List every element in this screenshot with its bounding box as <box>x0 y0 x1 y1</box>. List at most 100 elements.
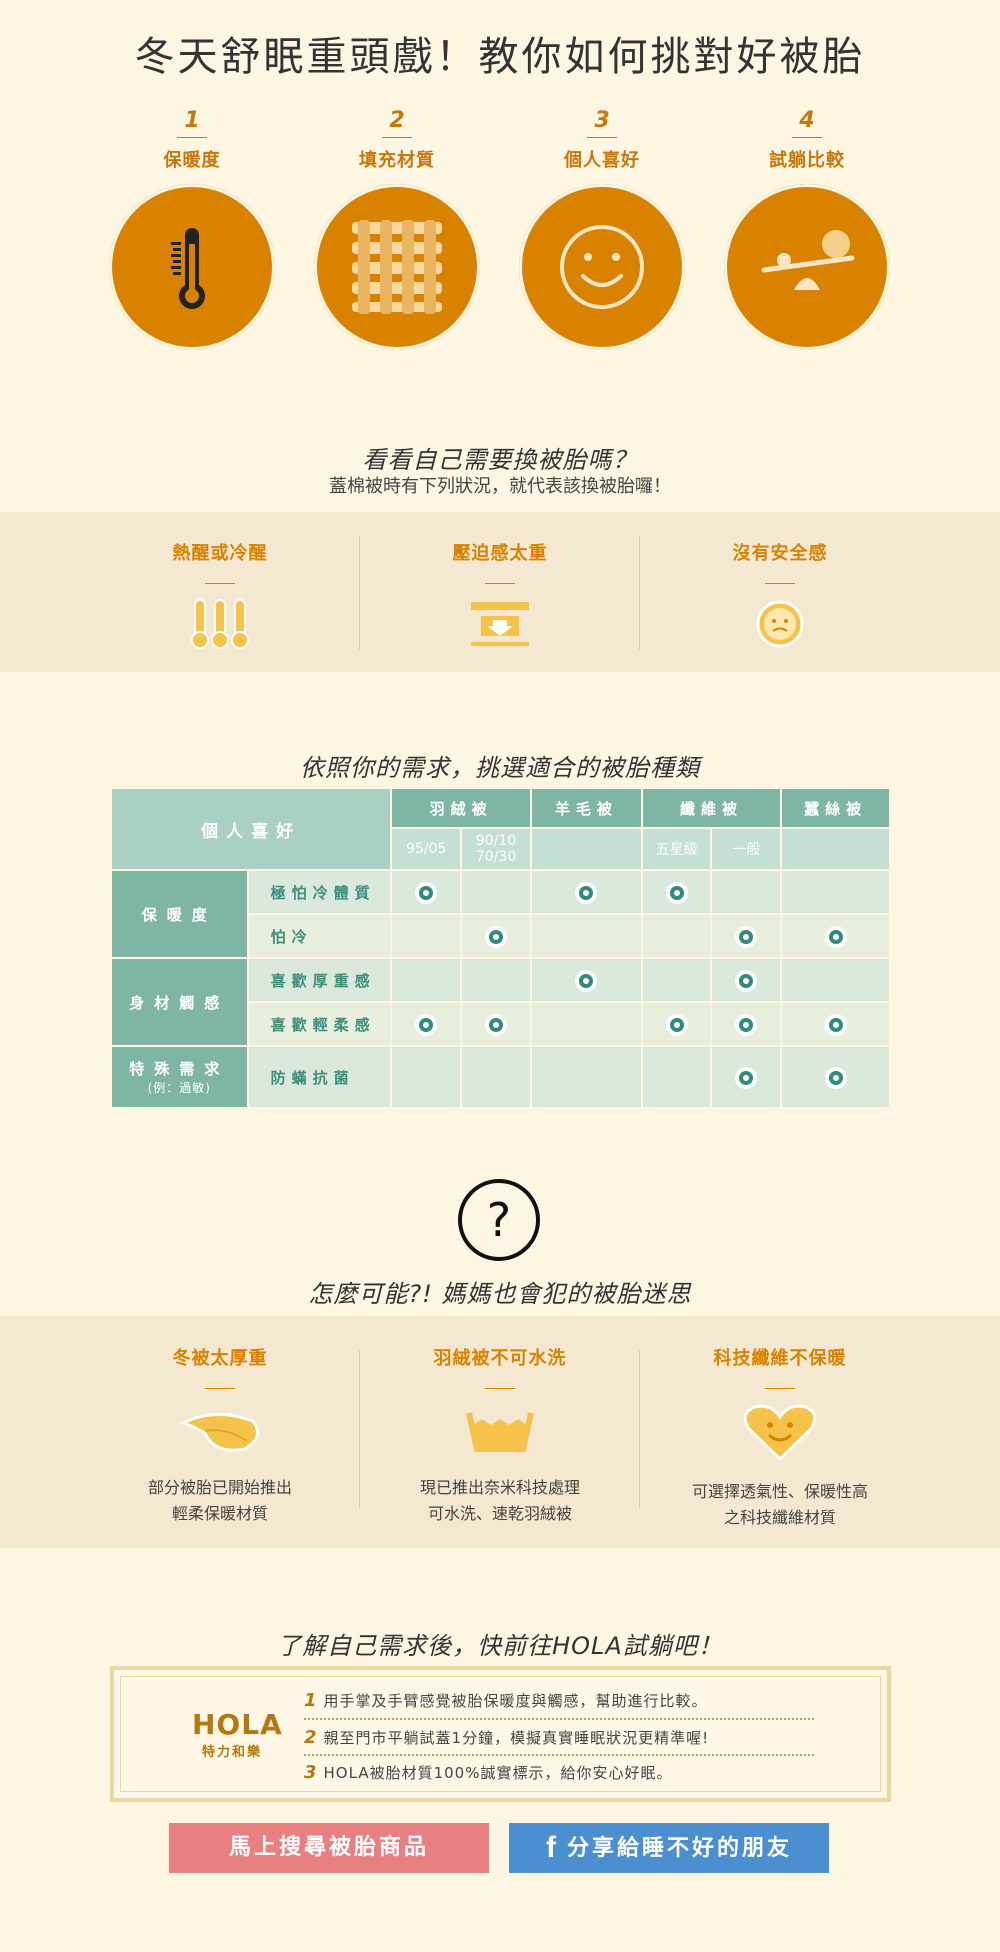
step-3: 3 個人喜好 <box>502 108 702 172</box>
category-label: 保暖度 <box>141 905 217 924</box>
table-cell <box>780 957 891 1003</box>
recommend-dot-icon <box>739 1070 754 1085</box>
recommend-dot-icon <box>828 1070 843 1085</box>
hola-logo: HOLA 特力和樂 <box>192 1708 283 1760</box>
myth-item-label: 羽絨被不可水洗 <box>433 1348 567 1369</box>
check-item-2: 壓迫感太重 <box>360 539 640 654</box>
check-item-label: 壓迫感太重 <box>452 543 548 564</box>
tip-item-1: 1 用手掌及手臂感覺被胎保暖度與觸感，幫助進行比較。 <box>304 1690 814 1711</box>
check-subtitle: 蓋棉被時有下列狀況，就代表該換被胎囉！ <box>329 476 671 497</box>
table-group-header: 蠶絲被 <box>780 787 891 829</box>
divider <box>792 137 822 138</box>
table-row-label: 怕冷 <box>246 913 393 959</box>
table-cell <box>710 1045 783 1109</box>
myth-desc-line1: 現已推出奈米科技處理 <box>419 1478 580 1497</box>
table-category-header: 特殊需求 (例：過敏) <box>110 1045 249 1109</box>
heart-smile-icon <box>640 1403 920 1467</box>
thermometers-icon <box>80 598 360 654</box>
share-label: 分享給睡不好的朋友 <box>566 1836 792 1861</box>
table-sub-header: 一般 <box>710 827 783 871</box>
hola-title: 了解自己需求後，快前往HOLA試躺吧！ <box>277 1632 723 1660</box>
recommend-dot-icon <box>739 929 754 944</box>
myth-desc-line2: 之科技纖維材質 <box>723 1508 836 1527</box>
tip-number: 1 <box>304 1690 318 1711</box>
tip-text: HOLA被胎材質100%誠實標示，給你安心好眠。 <box>323 1764 673 1782</box>
myth-item-label: 科技纖維不保暖 <box>713 1348 847 1369</box>
step-number: 3 <box>594 108 610 133</box>
step-2: 2 填充材質 <box>297 108 497 172</box>
smile-icon <box>519 184 685 350</box>
check-item-3: 沒有安全感 <box>640 539 920 654</box>
myth-item-1: 冬被太厚重 部分被胎已開始推出 輕柔保暖材質 <box>80 1344 360 1527</box>
tip-text: 用手掌及手臂感覺被胎保暖度與觸感，幫助進行比較。 <box>323 1692 708 1710</box>
table-cell <box>390 957 463 1003</box>
check-title: 看看自己需要換被胎嗎？ <box>362 446 638 474</box>
recommend-dot-icon <box>579 973 594 988</box>
table-category-header: 身材觸感 <box>110 957 249 1047</box>
feather-icon <box>80 1403 360 1463</box>
table-cell <box>640 913 713 959</box>
table-cell <box>460 869 533 915</box>
table-cell <box>530 869 643 915</box>
check-item-label: 熱醒或冷醒 <box>172 543 268 564</box>
share-facebook-button[interactable]: f 分享給睡不好的朋友 <box>509 1823 829 1873</box>
table-row: 保暖度 極怕冷體質 <box>110 869 891 959</box>
table-cell <box>640 1045 713 1109</box>
table-cell <box>530 957 643 1003</box>
myth-desc-line1: 可選擇透氣性、保暖性高 <box>691 1482 868 1501</box>
table-cell <box>460 957 533 1003</box>
divider <box>587 137 617 138</box>
table-cell <box>780 1001 891 1047</box>
divider <box>304 1718 814 1720</box>
table-sub-header <box>780 827 891 871</box>
table-cell <box>530 1045 643 1109</box>
hola-logo-sub: 特力和樂 <box>201 1745 262 1760</box>
recommend-dot-icon <box>828 929 843 944</box>
hola-logo-text: HOLA <box>192 1708 283 1741</box>
myth-desc-line2: 輕柔保暖材質 <box>171 1504 268 1523</box>
myth-item-label: 冬被太厚重 <box>172 1348 268 1369</box>
divider <box>205 1388 235 1389</box>
wash-icon <box>360 1403 640 1463</box>
question-icon: ? <box>457 1178 541 1262</box>
recommend-dot-icon <box>579 885 594 900</box>
recommend-dot-icon <box>669 1017 684 1032</box>
facebook-icon: f <box>545 1831 559 1864</box>
recommend-dot-icon <box>419 1017 434 1032</box>
step-number: 2 <box>389 108 405 133</box>
table-corner-header: 個人喜好 <box>109 787 393 871</box>
worried-face-icon <box>640 598 920 654</box>
recommend-dot-icon <box>489 929 504 944</box>
table-sub-header: 95/05 <box>390 827 463 871</box>
check-item-1: 熱醒或冷醒 <box>80 539 360 654</box>
category-label: 特殊需求 <box>129 1060 230 1078</box>
table-cell <box>780 1045 891 1109</box>
tip-item-3: 3 HOLA被胎材質100%誠實標示，給你安心好眠。 <box>304 1762 814 1783</box>
myth-item-2: 羽絨被不可水洗 現已推出奈米科技處理 可水洗、速乾羽絨被 <box>360 1344 640 1527</box>
search-products-button[interactable]: 馬上搜尋被胎商品 <box>169 1823 489 1873</box>
table-cell <box>460 913 533 959</box>
check-item-label: 沒有安全感 <box>732 543 828 564</box>
table-cell <box>390 913 463 959</box>
table-sub-header: 90/10 70/30 <box>460 827 533 871</box>
step-number: 1 <box>184 108 200 133</box>
page-title: 冬天舒眠重頭戲！教你如何挑對好被胎 <box>134 34 866 80</box>
divider <box>205 583 235 584</box>
hola-tips-box: HOLA 特力和樂 1 用手掌及手臂感覺被胎保暖度與觸感，幫助進行比較。 2 親至門… <box>110 1666 891 1802</box>
table-cell <box>390 1045 463 1109</box>
divider <box>485 1388 515 1389</box>
step-number: 4 <box>799 108 815 133</box>
table-cell <box>390 1001 463 1047</box>
step-label: 個人喜好 <box>564 150 640 171</box>
tip-number: 2 <box>304 1727 318 1748</box>
table-cell <box>780 913 891 959</box>
recommend-dot-icon <box>489 1017 504 1032</box>
table-cell <box>640 869 713 915</box>
table-row: 特殊需求 (例：過敏) 防蟎抗菌 <box>110 1045 891 1109</box>
table-group-header: 羽絨被 <box>390 787 533 829</box>
table-cell <box>640 1001 713 1047</box>
recommend-dot-icon <box>739 1017 754 1032</box>
press-down-icon <box>360 598 640 654</box>
myth-title: 怎麼可能?! 媽媽也會犯的被胎迷思 <box>308 1280 692 1308</box>
tip-text: 親至門市平躺試蓋1分鐘，模擬真實睡眠狀況更精準喔! <box>323 1729 710 1747</box>
